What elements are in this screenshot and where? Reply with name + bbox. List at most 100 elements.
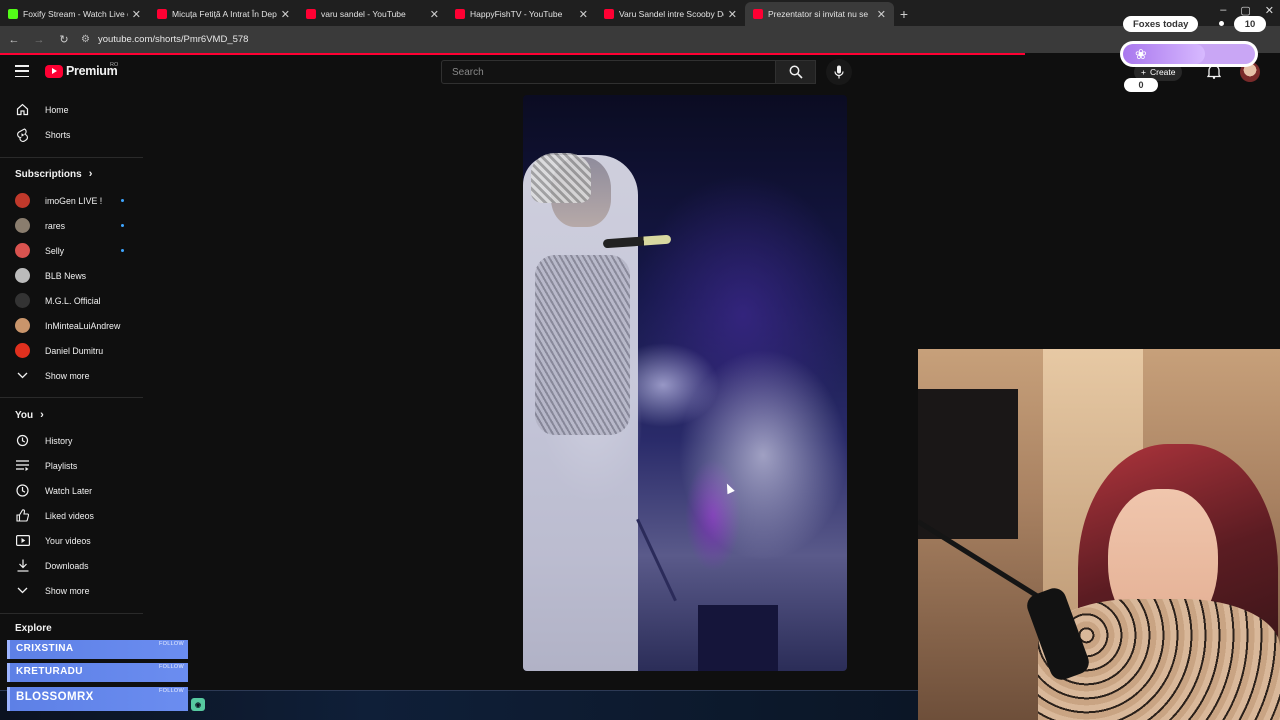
you-heading[interactable]: You › (15, 409, 44, 421)
browser-tab[interactable]: HappyFishTV - YouTube ✕ (447, 2, 596, 26)
browser-tab[interactable]: Prezentator si invitat nu se ✕ (745, 2, 894, 26)
foxes-separator-dot (1219, 21, 1224, 26)
search-button[interactable] (776, 60, 816, 84)
tab-close-icon[interactable]: ✕ (132, 8, 141, 21)
subscription-item[interactable]: Selly (0, 238, 145, 263)
url-text: youtube.com/shorts/Pmr6VMD_578 (97, 34, 249, 45)
search-input[interactable] (442, 61, 775, 83)
url-field[interactable]: ⚙ youtube.com/shorts/Pmr6VMD_578 (81, 30, 1101, 50)
browser-tab[interactable]: varu sandel - YouTube ✕ (298, 2, 447, 26)
follow-alert: BLOSSOMRX FOLLOW (7, 687, 188, 711)
playlists-icon (15, 458, 30, 473)
subscription-item[interactable]: imoGen LIVE ! (0, 188, 145, 213)
channel-name: InMinteaLuiAndrew (45, 320, 121, 331)
minimize-icon[interactable]: – (1220, 4, 1226, 17)
sidebar-item-home[interactable]: Home (0, 97, 145, 122)
sidebar-item-label: Home (45, 104, 69, 115)
back-icon[interactable]: ← (3, 34, 25, 46)
site-info-icon[interactable]: ⚙ (81, 34, 90, 45)
channel-avatar (15, 243, 30, 258)
shorts-video-player[interactable] (523, 95, 847, 671)
browser-tab[interactable]: Micuța Fetiță A Intrat În Depre ✕ (149, 2, 298, 26)
sidebar-item-label: Show more (45, 585, 90, 596)
sidebar-item-downloads[interactable]: Downloads (0, 553, 145, 578)
chevron-down-icon (15, 368, 30, 383)
subscription-item[interactable]: Daniel Dumitru (0, 338, 145, 363)
subscriptions-heading[interactable]: Subscriptions › (15, 168, 92, 180)
you-show-more-button[interactable]: Show more (0, 578, 145, 603)
search-box (441, 60, 776, 84)
sidebar-item-history[interactable]: History (0, 428, 145, 453)
webcam-monitor (918, 389, 1018, 539)
channel-name: BLB News (45, 270, 87, 281)
tab-close-icon[interactable]: ✕ (430, 8, 439, 21)
chevron-down-icon (15, 583, 30, 598)
plus-icon: + (1141, 67, 1146, 77)
youtube-header: Premium RO +Create (0, 55, 1280, 91)
browser-tab[interactable]: Foxify Stream - Watch Live on K ✕ (0, 2, 149, 26)
home-icon (15, 102, 30, 117)
tab-title: Foxify Stream - Watch Live on K (23, 9, 128, 19)
channel-name: imoGen LIVE ! (45, 195, 103, 206)
channel-avatar (15, 318, 30, 333)
sidebar-item-label: Your videos (45, 535, 91, 546)
you-title: You (15, 409, 34, 421)
voice-search-button[interactable] (826, 59, 852, 85)
video-stage-speaker (698, 605, 778, 671)
thumbs-up-icon (15, 508, 30, 523)
tab-close-icon[interactable]: ✕ (877, 8, 886, 21)
country-code: RO (110, 62, 119, 68)
tab-favicon-icon (8, 9, 18, 19)
foxes-progress-bar: ❀ (1120, 41, 1258, 67)
sidebar-item-watch-later[interactable]: Watch Later (0, 478, 145, 503)
close-window-icon[interactable]: ✕ (1265, 4, 1274, 17)
sidebar-item-liked-videos[interactable]: Liked videos (0, 503, 145, 528)
sidebar-item-label: Show more (45, 370, 90, 381)
browser-tab[interactable]: Varu Sandel intre Scooby Doo ✕ (596, 2, 745, 26)
sidebar: Home Shorts Subscriptions › imoGen LIVE ! rar… (0, 97, 145, 720)
tab-strip: Foxify Stream - Watch Live on K✕Micuța F… (0, 0, 1280, 26)
video-mic-stand (636, 518, 677, 602)
video-headpiece (531, 153, 591, 203)
youtube-premium-logo[interactable]: Premium RO (45, 62, 119, 78)
tab-close-icon[interactable]: ✕ (728, 8, 737, 21)
follow-alert: KRETURADU FOLLOW (7, 663, 188, 682)
channel-name: rares (45, 220, 66, 231)
forward-icon[interactable]: → (28, 34, 50, 46)
subscriptions-show-more-button[interactable]: Show more (0, 363, 145, 388)
history-icon (15, 433, 30, 448)
menu-icon[interactable] (15, 65, 29, 77)
tab-close-icon[interactable]: ✕ (579, 8, 588, 21)
sidebar-item-label: History (45, 435, 73, 446)
butterfly-icon: ❀ (1135, 46, 1147, 62)
explore-title: Explore (15, 623, 52, 634)
follower-name: BLOSSOMRX (16, 691, 94, 703)
sidebar-item-your-videos[interactable]: Your videos (0, 528, 145, 553)
sidebar-item-shorts[interactable]: Shorts (0, 122, 145, 147)
tab-favicon-icon (604, 9, 614, 19)
new-tab-button[interactable]: + (894, 2, 914, 26)
subscription-item[interactable]: BLB News (0, 263, 145, 288)
tab-close-icon[interactable]: ✕ (281, 8, 290, 21)
subscription-item[interactable]: InMinteaLuiAndrew (0, 313, 145, 338)
sidebar-item-label: Downloads (45, 560, 89, 571)
notifications-button[interactable] (1206, 64, 1222, 84)
shorts-icon (15, 127, 30, 142)
subscriptions-title: Subscriptions (15, 168, 82, 180)
foxes-zero-counter: 0 (1124, 78, 1158, 92)
follower-name: CRIXSTINA (16, 643, 74, 654)
sidebar-item-playlists[interactable]: Playlists (0, 453, 145, 478)
subscription-item[interactable]: rares (0, 213, 145, 238)
sidebar-item-label: Liked videos (45, 510, 94, 521)
tab-title: Varu Sandel intre Scooby Doo (619, 9, 724, 19)
download-icon (15, 558, 30, 573)
tab-title: Prezentator si invitat nu se (768, 9, 869, 19)
reload-icon[interactable]: ↻ (53, 33, 75, 46)
subscription-item[interactable]: M.G.L. Official (0, 288, 145, 313)
channel-avatar (15, 268, 30, 283)
video-sequined-jacket (535, 255, 630, 435)
channel-avatar (15, 293, 30, 308)
tab-favicon-icon (306, 9, 316, 19)
sidebar-divider (0, 157, 143, 158)
new-content-dot (121, 199, 124, 202)
